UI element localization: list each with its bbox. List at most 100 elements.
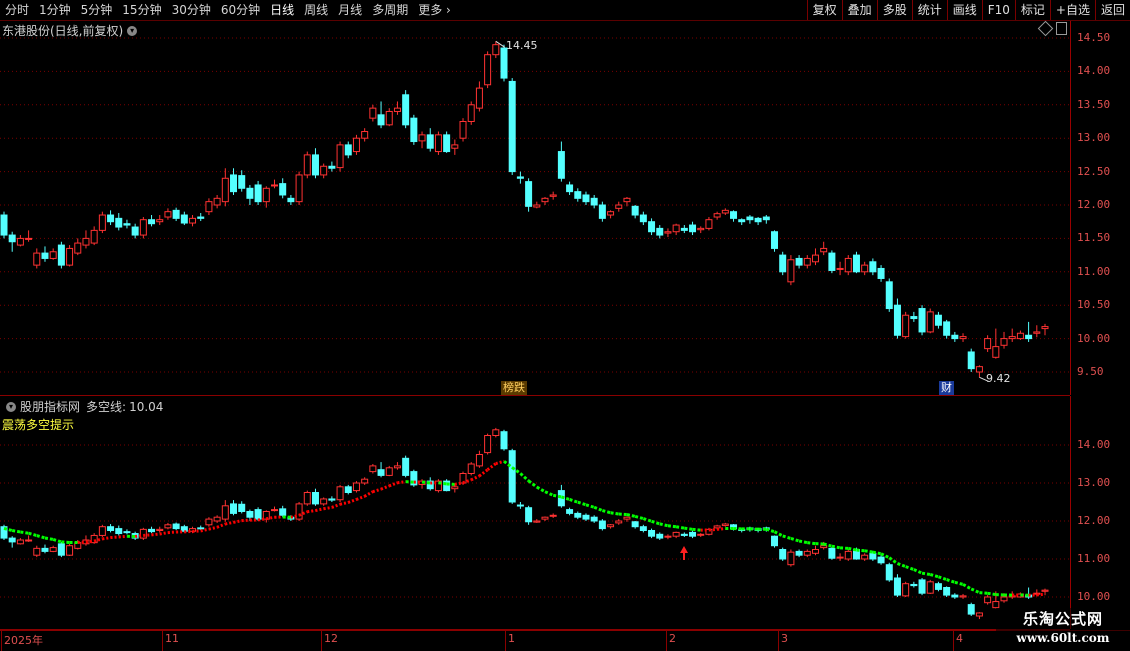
indicator-candle-25[interactable] — [206, 517, 212, 527]
indicator-candle-66[interactable] — [542, 516, 548, 521]
indicator-candle-20[interactable] — [165, 523, 171, 529]
financial-report-tag[interactable]: 财 — [939, 381, 954, 395]
price-candle-101[interactable] — [829, 250, 835, 273]
tool-button-6[interactable]: 标记 — [1015, 0, 1050, 20]
period-tab-7[interactable]: 周线 — [299, 0, 333, 20]
price-candle-84[interactable] — [690, 222, 696, 235]
price-candle-98[interactable] — [804, 255, 810, 268]
price-candle-125[interactable] — [1026, 322, 1032, 342]
price-candle-35[interactable] — [288, 195, 294, 205]
price-candle-13[interactable] — [108, 210, 114, 225]
price-candle-71[interactable] — [583, 192, 589, 205]
price-candle-34[interactable] — [280, 178, 286, 198]
price-candle-94[interactable] — [772, 230, 778, 251]
indicator-candle-59[interactable] — [485, 434, 491, 455]
price-candle-92[interactable] — [755, 217, 761, 225]
price-candle-27[interactable] — [222, 168, 228, 206]
indicator-candle-65[interactable] — [534, 519, 540, 523]
indicator-candle-47[interactable] — [386, 466, 392, 476]
price-candle-105[interactable] — [862, 262, 868, 275]
indicator-candle-10[interactable] — [83, 535, 89, 545]
price-candle-110[interactable] — [903, 312, 909, 339]
price-candle-79[interactable] — [649, 218, 655, 235]
price-candle-45[interactable] — [370, 105, 376, 122]
price-candle-109[interactable] — [894, 299, 900, 339]
indicator-candle-41[interactable] — [337, 485, 343, 502]
tool-button-4[interactable]: 画线 — [947, 0, 982, 20]
price-candle-108[interactable] — [886, 278, 892, 311]
price-candle-120[interactable] — [985, 335, 991, 352]
period-tab-1[interactable]: 1分钟 — [34, 0, 76, 20]
price-candle-106[interactable] — [870, 258, 876, 275]
indicator-candle-45[interactable] — [370, 464, 376, 474]
price-candle-80[interactable] — [657, 225, 663, 238]
indicator-candle-57[interactable] — [468, 462, 474, 475]
indicator-candle-7[interactable] — [58, 542, 64, 557]
price-candle-90[interactable] — [739, 218, 745, 225]
indicator-candle-64[interactable] — [526, 506, 532, 525]
tool-button-2[interactable]: 多股 — [877, 0, 912, 20]
price-candle-7[interactable] — [58, 242, 64, 269]
price-candle-42[interactable] — [345, 142, 351, 159]
price-candle-53[interactable] — [435, 132, 441, 155]
price-candle-86[interactable] — [706, 217, 712, 230]
price-candle-82[interactable] — [673, 224, 679, 235]
price-candle-85[interactable] — [698, 226, 704, 233]
price-candle-126[interactable] — [1034, 325, 1040, 337]
price-candle-36[interactable] — [296, 172, 302, 205]
price-candle-9[interactable] — [75, 238, 81, 255]
price-candle-44[interactable] — [362, 128, 368, 141]
price-candle-48[interactable] — [394, 101, 400, 114]
price-candle-10[interactable] — [83, 230, 89, 248]
period-tab-5[interactable]: 60分钟 — [216, 0, 265, 20]
indicator-candle-119[interactable] — [976, 612, 982, 619]
price-candle-117[interactable] — [960, 333, 966, 342]
indicator-candle-99[interactable] — [812, 546, 818, 556]
price-candle-127[interactable] — [1042, 324, 1048, 335]
period-tab-0[interactable]: 分时 — [0, 0, 34, 20]
indicator-candle-115[interactable] — [944, 586, 950, 597]
price-candle-107[interactable] — [878, 265, 884, 282]
tool-button-5[interactable]: F10 — [982, 0, 1015, 20]
price-candle-47[interactable] — [386, 108, 392, 126]
price-candle-111[interactable] — [911, 312, 917, 322]
indicator-candle-81[interactable] — [665, 534, 671, 539]
price-candle-43[interactable] — [353, 135, 359, 155]
candlestick-chart[interactable] — [0, 21, 1070, 395]
price-candle-115[interactable] — [944, 320, 950, 339]
price-candle-114[interactable] — [935, 312, 941, 329]
price-candle-118[interactable] — [968, 349, 974, 372]
indicator-candle-38[interactable] — [312, 489, 318, 506]
price-candle-51[interactable] — [419, 132, 425, 149]
indicator-candle-2[interactable] — [17, 538, 23, 544]
price-candle-55[interactable] — [452, 140, 458, 155]
price-candle-15[interactable] — [124, 220, 130, 229]
indicator-candle-88[interactable] — [722, 523, 728, 527]
indicator-candle-120[interactable] — [985, 595, 991, 605]
price-candle-103[interactable] — [845, 255, 851, 275]
period-tab-9[interactable]: 多周期 — [367, 0, 413, 20]
price-candle-40[interactable] — [329, 162, 335, 172]
price-candle-52[interactable] — [427, 128, 433, 151]
indicator-candle-85[interactable] — [698, 533, 704, 537]
price-candle-119[interactable] — [976, 365, 982, 377]
indicator-candle-39[interactable] — [321, 497, 327, 505]
indicator-candle-29[interactable] — [239, 501, 245, 513]
price-candle-22[interactable] — [181, 212, 187, 225]
price-candle-123[interactable] — [1009, 329, 1015, 342]
price-candle-5[interactable] — [42, 246, 48, 261]
price-candle-83[interactable] — [681, 225, 687, 233]
price-candle-121[interactable] — [993, 329, 999, 359]
indicator-candle-4[interactable] — [34, 546, 40, 557]
price-candle-28[interactable] — [231, 168, 237, 195]
price-candle-73[interactable] — [599, 202, 605, 222]
price-candle-91[interactable] — [747, 215, 753, 224]
price-candle-16[interactable] — [132, 224, 138, 239]
indicator-candle-109[interactable] — [894, 574, 900, 597]
indicator-candle-53[interactable] — [435, 479, 441, 492]
period-tab-4[interactable]: 30分钟 — [167, 0, 216, 20]
indicator-candle-67[interactable] — [550, 513, 556, 518]
price-candle-20[interactable] — [165, 208, 171, 219]
indicator-candle-96[interactable] — [788, 550, 794, 567]
price-candle-97[interactable] — [796, 255, 802, 268]
